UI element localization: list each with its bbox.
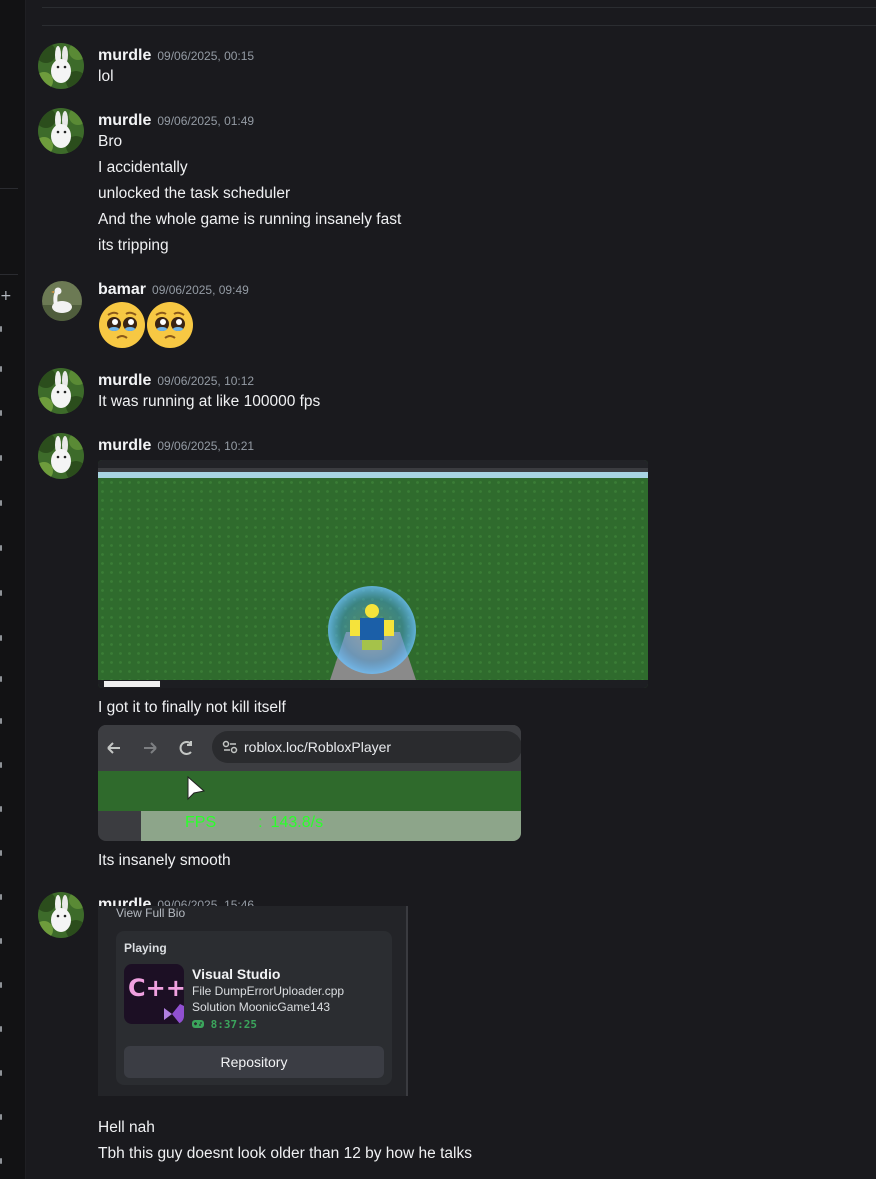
channel-marker[interactable] — [0, 545, 2, 551]
browser-screenshot-attachment[interactable]: roblox.loc/RobloxPlayer FPS:143.8/s — [98, 725, 521, 841]
elapsed-time: 8:37:25 — [192, 1018, 257, 1031]
author-name[interactable]: murdle — [98, 372, 151, 389]
message-text: It was running at like 100000 fps — [98, 393, 321, 410]
avatar[interactable] — [38, 108, 84, 154]
channel-marker[interactable] — [0, 718, 2, 724]
url-text[interactable]: roblox.loc/RobloxPlayer — [244, 739, 391, 755]
message-text: Tbh this guy doesnt look older than 12 b… — [98, 1145, 472, 1162]
channel-marker[interactable] — [0, 1070, 2, 1076]
avatar[interactable] — [38, 892, 84, 938]
timestamp: 09/06/2025, 10:21 — [157, 439, 255, 453]
message-text: Hell nah — [98, 1119, 155, 1136]
channel-marker[interactable] — [0, 762, 2, 768]
channel-marker[interactable] — [0, 1114, 2, 1120]
channel-marker[interactable] — [0, 366, 2, 372]
timestamp: 09/06/2025, 10:12 — [157, 374, 255, 388]
message-text: Bro — [98, 133, 123, 150]
message-header: murdle 09/06/2025, 10:12 — [98, 370, 254, 390]
image-attachment[interactable] — [98, 460, 648, 688]
message-header: bamar 09/06/2025, 09:49 — [98, 279, 249, 299]
profile-activity-card[interactable]: View Full Bio Playing C++ Visual Studio … — [98, 906, 408, 1096]
channel-marker[interactable] — [0, 806, 2, 812]
channel-marker[interactable] — [0, 410, 2, 416]
avatar[interactable] — [38, 43, 84, 89]
author-name[interactable]: murdle — [98, 112, 151, 129]
timestamp: 09/06/2025, 01:49 — [157, 114, 255, 128]
author-name[interactable]: murdle — [98, 437, 151, 454]
message-text: I got it to finally not kill itself — [98, 699, 286, 716]
message-text: unlocked the task scheduler — [98, 185, 291, 202]
message-header: murdle 09/06/2025, 00:15 — [98, 45, 254, 65]
timer-text: 8:37:25 — [210, 1018, 257, 1031]
avatar[interactable] — [38, 433, 84, 479]
app-title: Visual Studio — [192, 966, 281, 982]
author-name[interactable]: murdle — [98, 47, 151, 64]
add-icon[interactable]: + — [0, 288, 12, 304]
channel-marker[interactable] — [0, 326, 2, 332]
sidebar-divider — [0, 188, 18, 189]
site-info-icon[interactable] — [220, 737, 240, 757]
author-name[interactable]: bamar — [98, 281, 146, 298]
message-header: murdle 09/06/2025, 01:49 — [98, 110, 254, 130]
divider — [42, 7, 876, 8]
channel-marker[interactable] — [0, 894, 2, 900]
divider — [42, 25, 876, 26]
channel-marker[interactable] — [0, 850, 2, 856]
pleading-face-emoji[interactable] — [98, 301, 146, 349]
pleading-face-emoji[interactable] — [146, 301, 194, 349]
channel-marker[interactable] — [0, 1026, 2, 1032]
avatar[interactable] — [42, 281, 82, 321]
timestamp: 09/06/2025, 09:49 — [152, 283, 249, 297]
app-detail: Solution MoonicGame143 — [192, 1000, 331, 1014]
repository-button[interactable]: Repository — [124, 1046, 384, 1078]
activity-panel: Playing C++ Visual Studio File DumpError… — [116, 931, 392, 1085]
app-detail: File DumpErrorUploader.cpp — [192, 984, 345, 998]
cpp-icon-text: C++ — [128, 974, 184, 1002]
gamepad-icon — [192, 1020, 204, 1028]
channel-marker[interactable] — [0, 500, 2, 506]
channel-marker[interactable] — [0, 938, 2, 944]
sidebar-divider — [0, 274, 18, 275]
fps-readout: FPS:143.8/s — [185, 814, 324, 831]
fps-value: 143.8/s — [270, 814, 324, 831]
message-text: its tripping — [98, 237, 169, 254]
fps-label: FPS — [185, 814, 217, 831]
channel-marker[interactable] — [0, 635, 2, 641]
avatar[interactable] — [38, 368, 84, 414]
left-sidebar-strip: + — [0, 0, 26, 1179]
activity-heading: Playing — [124, 941, 167, 955]
message-text: And the whole game is running insanely f… — [98, 211, 402, 228]
channel-marker[interactable] — [0, 676, 2, 682]
message-text: Its insanely smooth — [98, 852, 231, 869]
message-text: lol — [98, 68, 114, 85]
channel-marker[interactable] — [0, 590, 2, 596]
channel-marker[interactable] — [0, 1158, 2, 1164]
message-header: murdle 09/06/2025, 10:21 — [98, 435, 254, 455]
channel-marker[interactable] — [0, 982, 2, 988]
visual-studio-icon: C++ — [124, 964, 184, 1024]
channel-marker[interactable] — [0, 455, 2, 461]
message-text: I accidentally — [98, 159, 188, 176]
timestamp: 09/06/2025, 00:15 — [157, 49, 255, 63]
view-full-bio-link[interactable]: View Full Bio — [116, 906, 185, 920]
